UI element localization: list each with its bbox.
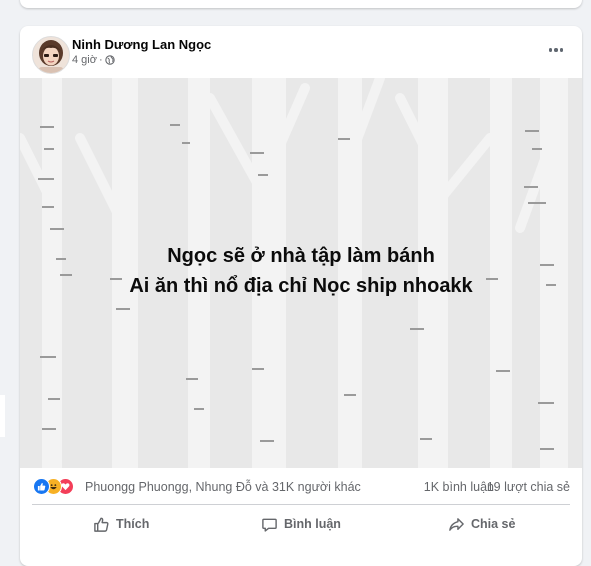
reaction-icons[interactable]: [33, 478, 81, 495]
like-button[interactable]: Thích: [93, 508, 149, 540]
reaction-summary[interactable]: Phuongg Phuongg, Nhung Đỗ và 31K người k…: [85, 480, 361, 494]
thumbs-up-icon: [94, 517, 109, 532]
divider: [32, 504, 570, 505]
post-meta: 4 giờ ·: [72, 54, 115, 66]
like-label: Thích: [116, 517, 150, 531]
comment-icon: [262, 518, 277, 532]
image-caption: Ngọc sẽ ở nhà tập làm bánh Ai ăn thì nổ …: [20, 241, 582, 301]
comment-label: Bình luận: [284, 517, 341, 531]
globe-icon[interactable]: [104, 55, 115, 65]
reaction-stats: Phuongg Phuongg, Nhung Đỗ và 31K người k…: [20, 468, 582, 504]
left-edge: [0, 395, 5, 437]
more-horizontal-icon[interactable]: [544, 40, 568, 60]
share-count[interactable]: 19 lượt chia sẻ: [487, 480, 570, 494]
share-label: Chia sẻ: [471, 517, 516, 531]
author-name[interactable]: Ninh Dương Lan Ngọc: [72, 37, 211, 52]
comment-button[interactable]: Bình luận: [261, 508, 341, 540]
like-icon: [33, 478, 50, 495]
comment-count[interactable]: 1K bình luận: [424, 480, 494, 494]
post-actions: Thích Bình luận Chia sẻ: [20, 508, 582, 546]
post-card: Ninh Dương Lan Ngọc 4 giờ · Ngọc sẽ ở nh…: [20, 26, 582, 566]
image-caption-line-1: Ngọc sẽ ở nhà tập làm bánh: [167, 245, 435, 267]
previous-post-card: [20, 0, 582, 8]
image-caption-line-2: Ai ăn thì nổ địa chỉ Nọc ship nhoakk: [129, 275, 473, 297]
avatar[interactable]: [32, 36, 70, 74]
share-icon: [449, 517, 464, 531]
post-header: Ninh Dương Lan Ngọc 4 giờ ·: [20, 26, 582, 78]
avatar-image: [33, 37, 69, 73]
share-button[interactable]: Chia sẻ: [448, 508, 515, 540]
post-image[interactable]: Ngọc sẽ ở nhà tập làm bánh Ai ăn thì nổ …: [20, 78, 582, 468]
post-time[interactable]: 4 giờ: [72, 54, 97, 66]
